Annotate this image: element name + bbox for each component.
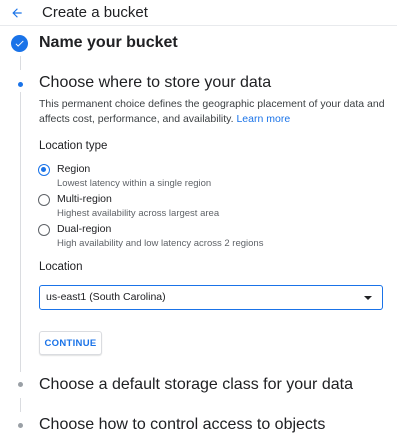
active-step-dot <box>18 82 23 87</box>
pending-step-dot <box>18 423 23 428</box>
radio-button-checked[interactable] <box>38 164 50 176</box>
location-type-label: Location type <box>39 140 108 152</box>
radio-label: Dual-region <box>57 223 112 235</box>
step-access-control[interactable]: Choose how to control access to objects <box>39 416 325 434</box>
step-storage-class[interactable]: Choose a default storage class for your … <box>39 376 353 394</box>
radio-label: Region <box>57 163 91 175</box>
radio-multi-region[interactable]: Multi-region Highest availability across… <box>38 193 378 221</box>
location-select[interactable]: us-east1 (South Carolina) <box>39 285 383 310</box>
location-select-value: us-east1 (South Carolina) <box>46 291 166 303</box>
step-name-your-bucket[interactable]: Name your bucket <box>39 34 178 52</box>
location-label: Location <box>39 261 83 273</box>
radio-button[interactable] <box>38 224 50 236</box>
learn-more-link[interactable]: Learn more <box>236 113 290 125</box>
arrow-back-icon <box>12 8 22 18</box>
radio-dual-region[interactable]: Dual-region High availability and low la… <box>38 223 378 251</box>
location-description: This permanent choice defines the geogra… <box>39 98 385 125</box>
radio-description: High availability and low latency across… <box>57 238 264 249</box>
stepper-rail <box>20 92 21 372</box>
stepper-rail <box>20 56 21 70</box>
dropdown-arrow-icon <box>364 296 372 300</box>
back-button[interactable] <box>6 2 28 24</box>
pending-step-dot <box>18 382 23 387</box>
radio-description: Lowest latency within a single region <box>57 178 212 189</box>
stepper-rail <box>20 398 21 412</box>
continue-button[interactable]: CONTINUE <box>39 331 102 355</box>
step-choose-location: Choose where to store your data <box>39 74 272 91</box>
check-circle-icon <box>11 35 28 52</box>
top-bar: Create a bucket <box>0 0 397 26</box>
page-title: Create a bucket <box>42 4 148 21</box>
radio-label: Multi-region <box>57 193 112 205</box>
radio-button[interactable] <box>38 194 50 206</box>
radio-region[interactable]: Region Lowest latency within a single re… <box>38 163 378 191</box>
radio-description: Highest availability across largest area <box>57 208 220 219</box>
